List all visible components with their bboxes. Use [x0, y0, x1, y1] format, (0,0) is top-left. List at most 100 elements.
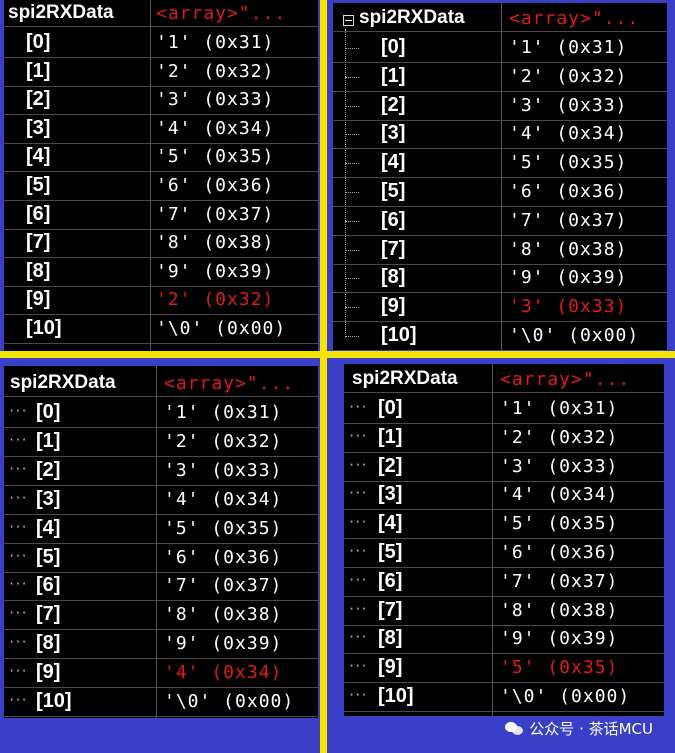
- tree-dots-icon: ···: [348, 544, 368, 558]
- yellow-vertical-divider: [320, 0, 327, 753]
- element-index: [0]: [381, 36, 406, 58]
- element-index: [8]: [381, 266, 406, 289]
- watermark: 公众号 · 茶话MCU: [505, 718, 653, 739]
- variable-name: spi2RXData: [352, 368, 458, 389]
- element-index: [10]: [381, 324, 417, 346]
- tree-dots-icon: ···: [348, 688, 368, 702]
- tree-dots-icon: ···: [8, 490, 28, 505]
- type-label: <array>"...: [156, 3, 287, 24]
- element-value: '\0' (0x00): [509, 325, 640, 346]
- element-index: [4]: [36, 516, 61, 539]
- element-index: [9]: [26, 288, 51, 311]
- element-index: [2]: [26, 88, 51, 111]
- element-value: '5' (0x35): [164, 517, 283, 539]
- tree-dots-icon: ···: [8, 519, 28, 534]
- tree-branch: [345, 163, 359, 165]
- tree-dots-icon: ···: [8, 635, 28, 650]
- tree-dots-icon: ···: [8, 404, 28, 418]
- tree-dots-icon: ···: [8, 693, 28, 707]
- element-value: '4' (0x34): [156, 117, 275, 139]
- tree-branch: [345, 105, 359, 108]
- tree-branch: [345, 249, 359, 252]
- element-value: '9' (0x39): [509, 267, 628, 289]
- yellow-horizontal-divider: [0, 351, 675, 358]
- element-index: [1]: [26, 59, 51, 82]
- element-index: [5]: [36, 545, 61, 568]
- element-index: [3]: [378, 483, 403, 506]
- element-value: '5' (0x35): [509, 152, 628, 174]
- tree-branch: [345, 307, 359, 309]
- element-value: '9' (0x39): [500, 628, 619, 650]
- element-index: [3]: [36, 487, 61, 510]
- element-value: '2' (0x32): [164, 430, 283, 452]
- type-label: <array>"...: [500, 369, 631, 390]
- element-value: '1' (0x31): [500, 398, 619, 419]
- tree-dots-icon: ···: [8, 606, 28, 621]
- tree-dots-icon: ···: [348, 572, 368, 587]
- variable-name: spi2RXData: [8, 2, 114, 23]
- element-index: [7]: [381, 237, 406, 260]
- variable-name: spi2RXData: [359, 7, 465, 28]
- element-value: '5' (0x35): [500, 513, 619, 535]
- element-value: '7' (0x37): [156, 203, 275, 225]
- element-index: [10]: [26, 317, 62, 339]
- element-value: '2' (0x32): [156, 289, 275, 311]
- watch-panel-4: spi2RXData <array>"... ··· [0] '1' (0x31) ···…: [344, 364, 664, 716]
- element-value: '5' (0x35): [156, 146, 275, 168]
- element-value: '\0' (0x00): [500, 686, 631, 707]
- watch-panel-3: spi2RXData <array>"... ··· [0] '1' (0x31) ···…: [4, 366, 318, 718]
- tree-branch: [345, 278, 359, 280]
- element-value: '6' (0x36): [164, 546, 283, 568]
- element-index: [2]: [36, 458, 61, 481]
- element-value: '4' (0x34): [500, 484, 619, 506]
- element-index: [2]: [381, 93, 406, 116]
- element-index: [1]: [378, 425, 403, 448]
- wechat-icon: [505, 721, 524, 736]
- element-value: '6' (0x36): [509, 181, 628, 202]
- watch-panel-1: spi2RXData <array>"... [0] '1' (0x31) [1] '2'…: [4, 0, 318, 351]
- element-value: '7' (0x37): [164, 575, 283, 597]
- element-index: [5]: [26, 174, 51, 196]
- element-index: [4]: [378, 512, 403, 535]
- tree-dots-icon: ···: [348, 486, 368, 501]
- element-value: '8' (0x38): [156, 232, 275, 254]
- element-index: [2]: [378, 454, 403, 477]
- element-index: [10]: [36, 690, 72, 712]
- element-index: [6]: [26, 202, 51, 225]
- tree-branch: [345, 192, 359, 194]
- element-index: [7]: [378, 598, 403, 621]
- tree-dots-icon: ···: [8, 577, 28, 592]
- element-index: [0]: [26, 31, 51, 53]
- watch-panel-2: spi2RXData <array>"... [0] '1' (0x31) [1] '2'…: [333, 3, 667, 350]
- element-index: [10]: [378, 685, 414, 707]
- element-index: [6]: [36, 574, 61, 597]
- type-label: <array>"...: [509, 8, 640, 29]
- element-index: [4]: [26, 145, 51, 168]
- element-index: [9]: [381, 295, 406, 318]
- tree-branch: [345, 134, 359, 136]
- element-index: [9]: [378, 656, 403, 679]
- element-value: '4' (0x34): [164, 488, 283, 510]
- tree-dots-icon: ···: [8, 548, 28, 563]
- element-index: [7]: [36, 603, 61, 626]
- element-value: '1' (0x31): [164, 402, 283, 423]
- element-index: [0]: [36, 401, 61, 423]
- element-index: [3]: [381, 122, 406, 145]
- element-index: [0]: [378, 397, 403, 419]
- element-index: [5]: [381, 180, 406, 202]
- element-value: '6' (0x36): [500, 542, 619, 563]
- tree-dots-icon: ···: [8, 432, 28, 447]
- collapse-toggle-icon[interactable]: [343, 15, 354, 26]
- element-value: '5' (0x35): [500, 657, 619, 679]
- element-value: '3' (0x33): [500, 455, 619, 477]
- tree-branch: [345, 48, 359, 50]
- tree-dots-icon: ···: [348, 400, 368, 414]
- element-value: '4' (0x34): [164, 662, 283, 684]
- tree-branch: [345, 76, 359, 79]
- element-value: '9' (0x39): [156, 260, 275, 282]
- element-value: '8' (0x38): [164, 604, 283, 626]
- element-index: [9]: [36, 661, 61, 684]
- element-value: '4' (0x34): [509, 123, 628, 145]
- element-index: [8]: [378, 627, 403, 650]
- tree-dots-icon: ···: [348, 601, 368, 616]
